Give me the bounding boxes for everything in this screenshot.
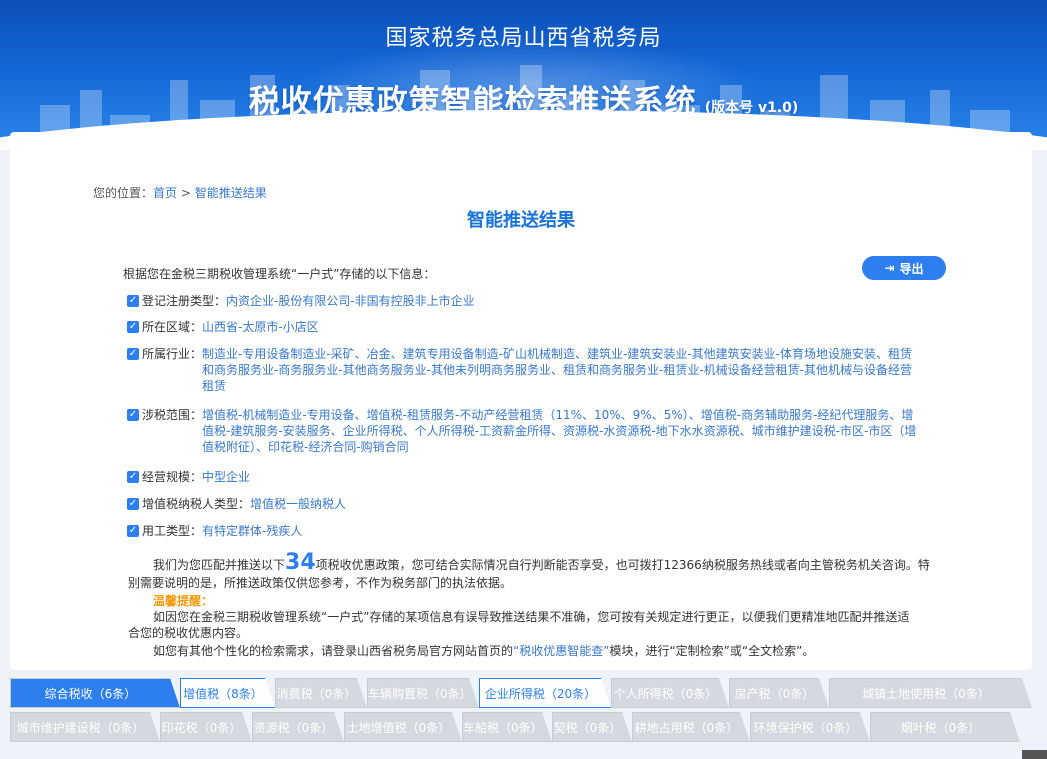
info-industry: ✓ 所属行业： 制造业-专用设备制造业-采矿、冶金、建筑专用设备制造-矿山机械制… bbox=[127, 347, 913, 393]
result-summary: 我们为您匹配并推送以下34项税收优惠政策，您可结合实际情况自行判断能否享受，也可… bbox=[153, 550, 930, 575]
tab-tobacco-leaf-tax[interactable]: 烟叶税（0条） bbox=[870, 712, 1020, 742]
tab-vat[interactable]: 增值税（8条） bbox=[180, 678, 275, 708]
tip-label: 温馨提醒： bbox=[153, 594, 214, 608]
checkbox-checked-icon[interactable]: ✓ bbox=[127, 498, 139, 510]
corner-widget bbox=[1022, 750, 1047, 759]
org-name: 国家税务总局山西省税务局 bbox=[385, 26, 662, 51]
tab-urban-maintenance-tax[interactable]: 城市维护建设税（0条） bbox=[10, 712, 160, 742]
breadcrumb-current-link[interactable]: 智能推送结果 bbox=[195, 186, 267, 200]
tab-stamp-duty[interactable]: 印花税（0条） bbox=[160, 712, 252, 742]
tab-resource-tax[interactable]: 资源税（0条） bbox=[252, 712, 344, 742]
checkbox-checked-icon[interactable]: ✓ bbox=[127, 525, 139, 537]
checkbox-checked-icon[interactable]: ✓ bbox=[127, 471, 139, 483]
tab-environmental-tax[interactable]: 环境保护税（0条） bbox=[750, 712, 870, 742]
tab-land-value-added-tax[interactable]: 土地增值税（0条） bbox=[344, 712, 462, 742]
tab-farmland-occupation-tax[interactable]: 耕地占用税（0条） bbox=[632, 712, 750, 742]
info-vat-taxpayer-type: ✓ 增值税纳税人类型： 增值税一般纳税人 bbox=[127, 497, 347, 511]
checkbox-checked-icon[interactable]: ✓ bbox=[127, 295, 139, 307]
main-card: 您的位置：首页 > 智能推送结果 智能推送结果 ⇥ 导出 根据您在金税三期税收管… bbox=[10, 132, 1032, 670]
breadcrumb: 您的位置：首页 > 智能推送结果 bbox=[93, 186, 267, 200]
tab-comprehensive[interactable]: 综合税收（6条） bbox=[10, 678, 180, 708]
info-business-scale: ✓ 经营规模： 中型企业 bbox=[127, 470, 251, 484]
export-icon: ⇥ bbox=[884, 261, 895, 275]
tip-line-3: 如您有其他个性化的检索需求，请登录山西省税务局官方网站首页的“税收优惠智能查”模… bbox=[153, 644, 815, 658]
export-label: 导出 bbox=[899, 261, 924, 276]
page-title: 智能推送结果 bbox=[467, 210, 575, 231]
tab-property-tax[interactable]: 房产税（0条） bbox=[729, 678, 829, 708]
tab-vehicle-purchase-tax[interactable]: 车辆购置税（0条） bbox=[367, 678, 479, 708]
export-button[interactable]: ⇥ 导出 bbox=[862, 256, 946, 280]
checkbox-checked-icon[interactable]: ✓ bbox=[127, 348, 139, 360]
tab-consumption-tax[interactable]: 消费税（0条） bbox=[275, 678, 367, 708]
breadcrumb-home-link[interactable]: 首页 bbox=[153, 186, 177, 200]
tax-tabs-row-1: 综合税收（6条） 增值税（8条） 消费税（0条） 车辆购置税（0条） 企业所得税… bbox=[10, 678, 1032, 708]
result-count: 34 bbox=[285, 550, 316, 575]
checkbox-checked-icon[interactable]: ✓ bbox=[127, 409, 139, 421]
tab-personal-income-tax[interactable]: 个人所得税（0条） bbox=[611, 678, 729, 708]
info-registration-type: ✓ 登记注册类型： 内资企业-股份有限公司-非国有控股非上市企业 bbox=[127, 294, 475, 308]
info-region: ✓ 所在区域： 山西省-太原市-小店区 bbox=[127, 320, 319, 334]
info-tax-scope: ✓ 涉税范围： 增值税-机械制造业-专用设备、增值税-租赁服务-不动产经营租赁（… bbox=[127, 408, 917, 454]
checkbox-checked-icon[interactable]: ✓ bbox=[127, 321, 139, 333]
result-disclaimer: 别需要说明的是，所推送政策仅供您参考，不作为税务部门的执法依据。 bbox=[128, 576, 513, 590]
intro-text: 根据您在金税三期税收管理系统“一户式”存储的以下信息： bbox=[123, 267, 436, 281]
header-banner: 国家税务总局山西省税务局 税收优惠政策智能检索推送系统 (版本号 v1.0) bbox=[0, 0, 1047, 150]
tab-vehicle-vessel-tax[interactable]: 车船税（0条） bbox=[462, 712, 552, 742]
tab-corporate-income-tax[interactable]: 企业所得税（20条） bbox=[479, 678, 611, 708]
tip-line-1: 如因您在金税三期税收管理系统“一户式”存储的某项信息有误导致推送结果不准确，您可… bbox=[153, 610, 910, 624]
tab-urban-land-use-tax[interactable]: 城镇土地使用税（0条） bbox=[829, 678, 1032, 708]
tip-line-2: 合您的税收优惠内容。 bbox=[128, 626, 249, 640]
info-employment-type: ✓ 用工类型： 有特定群体-残疾人 bbox=[127, 524, 303, 538]
smart-search-link[interactable]: “税收优惠智能查” bbox=[513, 644, 609, 658]
tax-tabs-row-2: 城市维护建设税（0条） 印花税（0条） 资源税（0条） 土地增值税（0条） 车船… bbox=[10, 712, 1020, 742]
tab-deed-tax[interactable]: 契税（0条） bbox=[552, 712, 632, 742]
